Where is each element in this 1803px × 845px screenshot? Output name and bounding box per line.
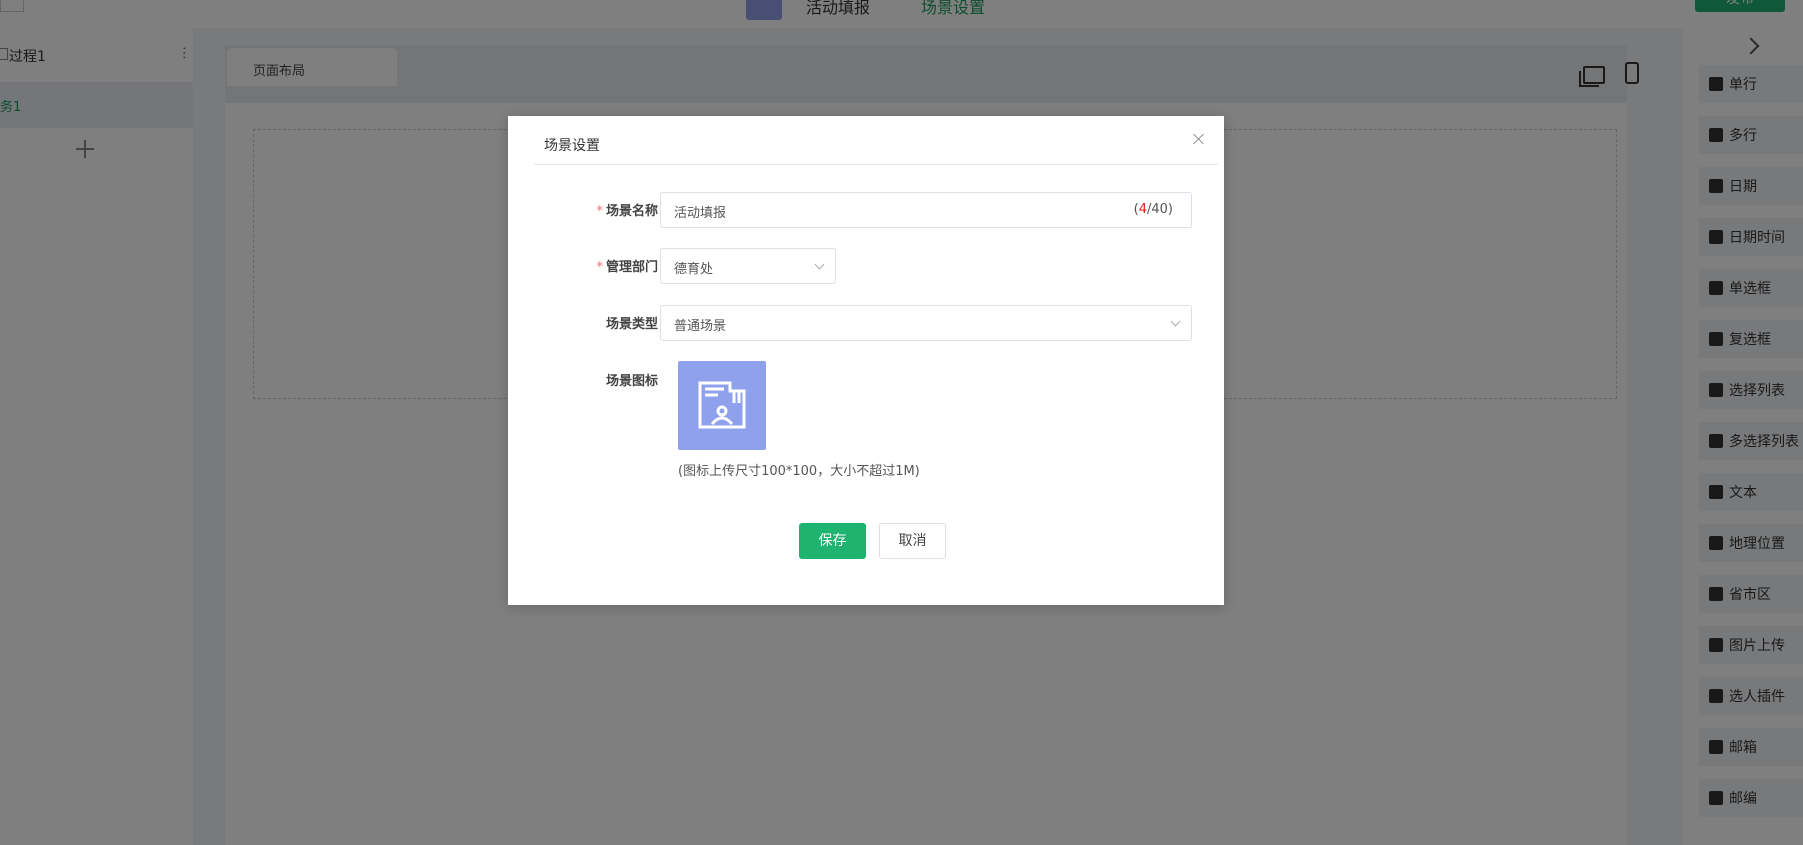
scene-name-label: * 场景名称 bbox=[596, 204, 658, 219]
dept-select[interactable]: 德育处 bbox=[660, 248, 836, 284]
scene-type-value: 普通场景 bbox=[674, 319, 727, 334]
dept-label: * 管理部门 bbox=[596, 260, 658, 275]
dialog-divider bbox=[534, 164, 1218, 165]
close-icon[interactable] bbox=[1192, 132, 1206, 146]
chevron-down-icon bbox=[814, 259, 825, 270]
save-button[interactable]: 保存 bbox=[799, 523, 866, 559]
folder-person-icon bbox=[698, 381, 746, 429]
scene-type-label: 场景类型 bbox=[605, 317, 658, 332]
dialog-title: 场景设置 bbox=[544, 138, 600, 154]
cancel-button[interactable]: 取消 bbox=[879, 523, 946, 559]
required-mark: * bbox=[596, 204, 603, 219]
scene-icon-label: 场景图标 bbox=[605, 374, 658, 389]
chevron-down-icon bbox=[1170, 316, 1181, 327]
char-count: (4/40) bbox=[1133, 202, 1173, 217]
scene-settings-dialog: 场景设置 * 场景名称 活动填报 (4/40) * 管理部门 德育处 场景类型 普通… bbox=[508, 116, 1224, 605]
scene-name-value: 活动填报 bbox=[674, 206, 727, 221]
dept-value: 德育处 bbox=[674, 262, 714, 277]
icon-upload-hint: (图标上传尺寸100*100，大小不超过1M) bbox=[678, 464, 920, 479]
scene-type-select[interactable]: 普通场景 bbox=[660, 305, 1192, 341]
scene-icon-upload[interactable] bbox=[678, 361, 766, 450]
scene-name-input[interactable]: 活动填报 (4/40) bbox=[660, 192, 1192, 228]
required-mark: * bbox=[596, 260, 603, 275]
